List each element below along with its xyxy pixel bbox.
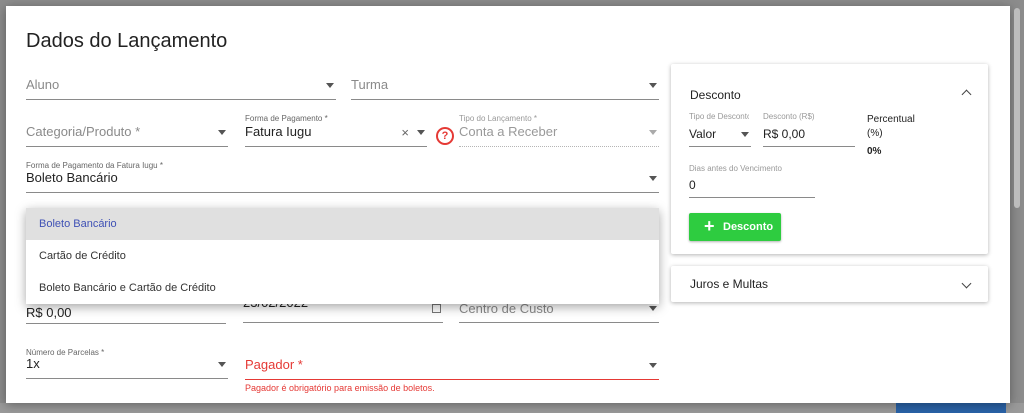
- desconto-panel-title[interactable]: Desconto: [690, 88, 741, 102]
- juros-multas-panel-title[interactable]: Juros e Multas: [690, 277, 768, 291]
- categoria-placeholder: Categoria/Produto *: [26, 124, 141, 139]
- juros-multas-panel[interactable]: Juros e Multas: [671, 266, 988, 302]
- clear-icon[interactable]: ×: [401, 125, 409, 140]
- dias-antes-value: 0: [689, 178, 696, 192]
- forma-pagamento-select[interactable]: Forma de Pagamento * Fatura Iugu ×: [245, 114, 427, 147]
- dialog-title: Dados do Lançamento: [26, 30, 228, 52]
- tipo-desconto-value: Valor: [689, 127, 717, 141]
- chevron-down-icon[interactable]: [961, 278, 972, 289]
- num-parcelas-select[interactable]: Número de Parcelas * 1x: [26, 348, 228, 379]
- forma-pagamento-fatura-value: Boleto Bancário: [26, 170, 118, 185]
- aluno-dropdown-arrow-icon[interactable]: [326, 83, 334, 88]
- lancamento-dialog: Dados do Lançamento Aluno Turma Categori…: [6, 6, 1010, 403]
- aluno-select[interactable]: Aluno: [26, 70, 336, 100]
- tipo-desconto-label: Tipo de Desconto: [689, 112, 749, 121]
- option-cartao-credito[interactable]: Cartão de Crédito: [26, 240, 659, 272]
- num-parcelas-value: 1x: [26, 356, 40, 371]
- pagador-placeholder: Pagador *: [245, 357, 303, 372]
- turma-select[interactable]: Turma: [351, 70, 659, 100]
- centro-custo-dropdown-arrow-icon[interactable]: [649, 306, 657, 311]
- tipo-lancamento-select: Tipo do Lançamento * Conta a Receber: [459, 114, 659, 147]
- tipo-lancamento-dropdown-arrow-icon: [649, 130, 657, 135]
- turma-dropdown-arrow-icon[interactable]: [649, 83, 657, 88]
- pagador-select[interactable]: Pagador *: [245, 352, 659, 380]
- page-background-strip: [0, 403, 1024, 413]
- add-desconto-button-label: Desconto: [723, 221, 774, 233]
- calendar-icon[interactable]: [432, 304, 441, 313]
- forma-pagamento-fatura-options-menu: Boleto Bancário Cartão de Crédito Boleto…: [26, 208, 659, 304]
- option-boleto-e-cartao[interactable]: Boleto Bancário e Cartão de Crédito: [26, 272, 659, 304]
- forma-pagamento-value: Fatura Iugu: [245, 124, 312, 139]
- dialog-scrollbar[interactable]: [1014, 8, 1020, 208]
- categoria-dropdown-arrow-icon[interactable]: [218, 130, 226, 135]
- tipo-desconto-select[interactable]: Tipo de Desconto Valor: [689, 112, 751, 147]
- forma-pagamento-label: Forma de Pagamento *: [245, 114, 328, 123]
- tipo-lancamento-value: Conta a Receber: [459, 124, 558, 139]
- aluno-placeholder: Aluno: [26, 77, 60, 92]
- turma-placeholder: Turma: [351, 77, 389, 92]
- chevron-up-icon[interactable]: [961, 89, 972, 100]
- forma-pagamento-fatura-dropdown-arrow-icon[interactable]: [649, 176, 657, 181]
- categoria-select[interactable]: Categoria/Produto *: [26, 114, 228, 147]
- background-button: [896, 403, 1006, 413]
- desconto-valor-value: R$ 0,00: [763, 127, 806, 141]
- plus-icon: +: [704, 216, 715, 236]
- dias-antes-field[interactable]: Dias antes do Vencimento 0: [689, 164, 815, 198]
- percentual-value: 0%: [867, 146, 882, 157]
- dias-antes-label: Dias antes do Vencimento: [689, 164, 782, 173]
- option-boleto-bancario[interactable]: Boleto Bancário: [26, 208, 659, 240]
- desconto-valor-label: Desconto (R$): [763, 112, 815, 121]
- num-parcelas-dropdown-arrow-icon[interactable]: [218, 362, 226, 367]
- percentual-label-line2: (%): [867, 128, 883, 139]
- desconto-panel: Desconto Tipo de Desconto Valor Desconto…: [671, 64, 988, 254]
- forma-pagamento-fatura-label: Forma de Pagamento da Fatura Iugu *: [26, 161, 163, 170]
- percentual-label: Percentual (%): [867, 113, 915, 141]
- desconto-valor-field[interactable]: Desconto (R$) R$ 0,00: [763, 112, 855, 147]
- forma-pagamento-fatura-select[interactable]: Forma de Pagamento da Fatura Iugu * Bole…: [26, 161, 659, 193]
- add-desconto-button[interactable]: + Desconto: [689, 213, 781, 241]
- pagador-dropdown-arrow-icon[interactable]: [649, 363, 657, 368]
- tipo-lancamento-label: Tipo do Lançamento *: [459, 114, 537, 123]
- help-icon[interactable]: ?: [436, 127, 454, 145]
- percentual-label-line1: Percentual: [867, 114, 915, 125]
- tipo-desconto-dropdown-arrow-icon[interactable]: [741, 132, 749, 137]
- forma-pagamento-dropdown-arrow-icon[interactable]: [417, 130, 425, 135]
- pagador-error-message: Pagador é obrigatório para emissão de bo…: [245, 383, 435, 393]
- valor-value: R$ 0,00: [26, 305, 72, 320]
